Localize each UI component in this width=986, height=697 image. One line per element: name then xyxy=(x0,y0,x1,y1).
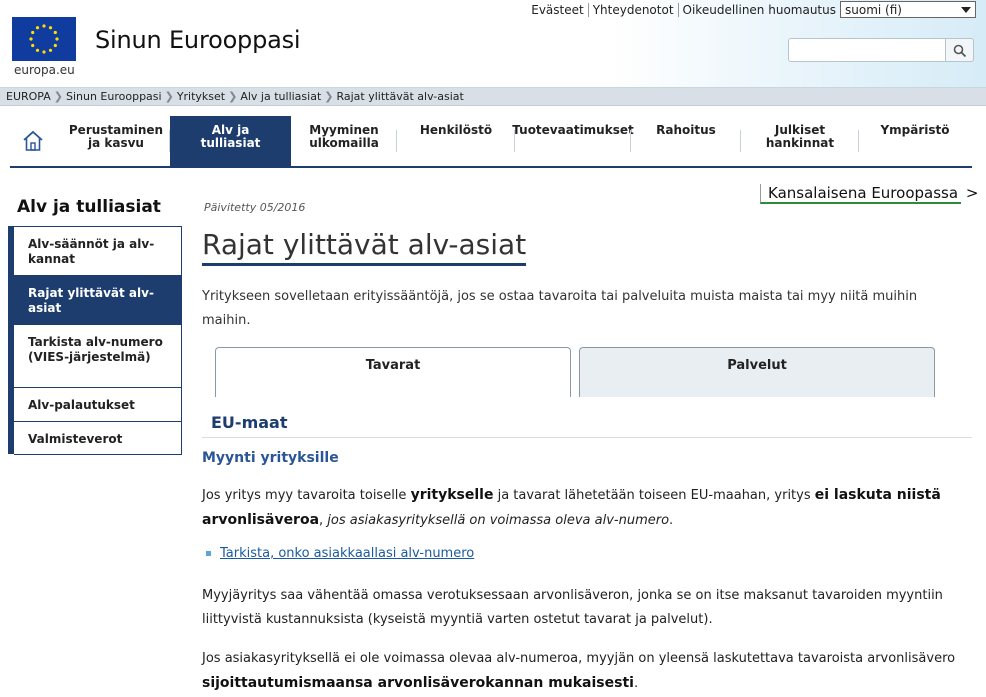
nav-label: Rahoitus xyxy=(656,123,716,137)
language-select[interactable]: suomi (fi) xyxy=(840,1,976,18)
bold-text: sijoittautumismaansa arvonlisäverokannan… xyxy=(202,675,634,691)
text: . xyxy=(633,676,639,691)
arrow-right-icon: > xyxy=(965,184,979,202)
link-item: Tarkista, onko asiakkaallasi alv-numero xyxy=(206,546,474,561)
nav-label: tulliasiat xyxy=(200,136,261,150)
tab-tavarat[interactable]: Tavarat xyxy=(215,347,571,397)
nav-label: hankinnat xyxy=(765,136,835,150)
nav-label: Perustaminen xyxy=(68,123,164,137)
search-input[interactable] xyxy=(788,38,946,62)
chevron-right-icon: ❯ xyxy=(324,90,334,103)
nav-item-alv-ja-tulliasiat[interactable]: Alv ja tulliasiat xyxy=(170,116,291,166)
eu-flag-logo[interactable] xyxy=(12,17,76,61)
main-navigation: Perustaminen ja kasvu Alv ja tulliasiat My… xyxy=(10,116,972,168)
nav-item-ymparisto[interactable]: Ympäristö xyxy=(859,116,971,166)
nav-label: ja kasvu xyxy=(88,136,144,150)
sidebar-item-alv-palautukset[interactable]: Alv-palautukset xyxy=(14,387,182,422)
text: . xyxy=(669,513,674,528)
utility-links: Evästeet Yhteydenotot Oikeudellinen huom… xyxy=(527,3,840,17)
breadcrumb-item[interactable]: EUROPA xyxy=(6,90,51,103)
nav-item-henkilosto[interactable]: Henkilöstö xyxy=(397,116,515,166)
section-title: EU-maat xyxy=(211,413,288,432)
nav-item-tuotevaatimukset[interactable]: Tuotevaatimukset xyxy=(512,116,634,166)
nav-label: Myyminen xyxy=(309,123,379,137)
nav-item-perustaminen[interactable]: Perustaminen ja kasvu xyxy=(62,116,170,166)
breadcrumb-item[interactable]: Yritykset xyxy=(177,90,225,103)
page-title: Rajat ylittävät alv-asiat xyxy=(202,228,527,266)
sidebar-title: Alv ja tulliasiat xyxy=(17,197,161,217)
site-header: europa.eu Sinun Eurooppasi Evästeet Yhte… xyxy=(0,0,986,88)
cookies-link[interactable]: Evästeet xyxy=(527,3,587,17)
chevron-right-icon: ❯ xyxy=(164,90,174,103)
nav-item-julkiset-hankinnat[interactable]: Julkiset hankinnat xyxy=(741,116,859,166)
chevron-right-icon: ❯ xyxy=(228,90,238,103)
check-vat-number-link[interactable]: Tarkista, onko asiakkaallasi alv-numero xyxy=(220,546,474,561)
bullet-icon xyxy=(206,551,211,556)
citizen-europe-link-text: Kansalaisena Euroopassa xyxy=(760,184,962,204)
chevron-down-icon xyxy=(961,7,971,13)
contact-link[interactable]: Yhteydenotot xyxy=(587,3,678,17)
paragraph-1: Jos yritys myy tavaroita toiselle yrityk… xyxy=(202,483,972,533)
paragraph-3: Jos asiakasyrityksellä ei ole voimassa o… xyxy=(202,647,972,696)
home-button[interactable] xyxy=(10,116,54,166)
logo-caption: europa.eu xyxy=(14,63,75,77)
legal-notice-link[interactable]: Oikeudellinen huomautus xyxy=(677,3,840,17)
updated-date: Päivitetty 05/2016 xyxy=(204,201,306,214)
bold-text: yritykselle xyxy=(410,487,494,503)
home-icon xyxy=(23,130,43,151)
breadcrumb: EUROPA ❯ Sinun Eurooppasi ❯ Yritykset ❯ … xyxy=(0,88,986,106)
nav-label: ulkomailla xyxy=(309,136,379,150)
site-title[interactable]: Sinun Eurooppasi xyxy=(95,26,301,54)
chevron-right-icon: ❯ xyxy=(53,90,63,103)
nav-label: Henkilöstö xyxy=(419,123,493,137)
citizen-europe-link[interactable]: Kansalaisena Euroopassa > xyxy=(760,184,979,204)
text: Jos asiakasyrityksellä ei ole voimassa o… xyxy=(202,651,956,666)
breadcrumb-item-current: Rajat ylittävät alv-asiat xyxy=(336,90,464,103)
search-icon xyxy=(953,44,967,58)
subheading: Myynti yrityksille xyxy=(202,450,339,466)
nav-label: Alv ja xyxy=(211,123,250,137)
paragraph-2: Myyjäyritys saa vähentää omassa verotuks… xyxy=(202,588,943,627)
nav-item-rahoitus[interactable]: Rahoitus xyxy=(631,116,741,166)
sidebar-item-rajat-ylittavat[interactable]: Rajat ylittävät alv-asiat xyxy=(14,275,182,325)
tab-palvelut[interactable]: Palvelut xyxy=(579,347,935,397)
sidebar-item-tarkista-alv-numero[interactable]: Tarkista alv-numero (VIES-järjestelmä) xyxy=(14,324,182,388)
text: Jos yritys myy tavaroita toiselle xyxy=(202,488,411,503)
section-divider xyxy=(202,437,972,438)
italic-text: jos asiakasyrityksellä on voimassa oleva… xyxy=(327,513,670,528)
sidebar-item-valmisteverot[interactable]: Valmisteverot xyxy=(14,421,182,455)
intro-text: Yritykseen sovelletaan erityissääntöjä, … xyxy=(202,289,918,328)
nav-label: Tuotevaatimukset xyxy=(512,123,634,137)
sidebar-menu: Alv-säännöt ja alv-kannat Rajat ylittävä… xyxy=(8,226,182,455)
language-select-value: suomi (fi) xyxy=(845,3,902,17)
sidebar-item-alv-saannot[interactable]: Alv-säännöt ja alv-kannat xyxy=(14,226,182,276)
search-button[interactable] xyxy=(946,38,974,62)
text: ja tavarat lähetetään toiseen EU-maahan,… xyxy=(493,488,815,503)
breadcrumb-item[interactable]: Sinun Eurooppasi xyxy=(66,90,162,103)
breadcrumb-item[interactable]: Alv ja tulliasiat xyxy=(240,90,321,103)
nav-item-myyminen-ulkomailla[interactable]: Myyminen ulkomailla xyxy=(291,116,397,166)
nav-label: Ympäristö xyxy=(880,123,950,137)
nav-label: Julkiset xyxy=(774,123,826,137)
